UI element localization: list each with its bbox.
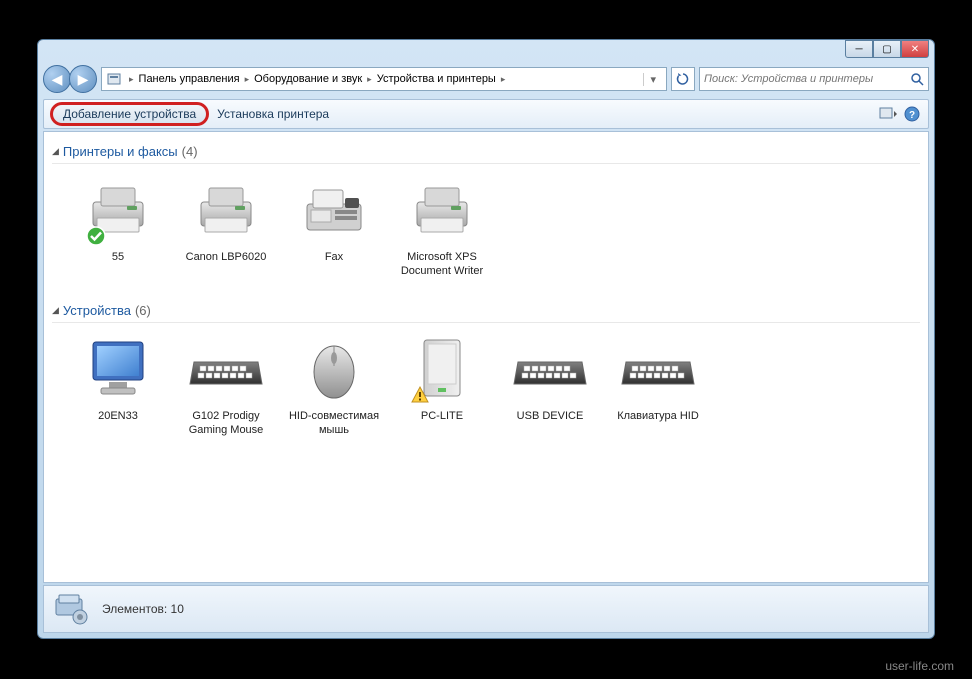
maximize-button[interactable]: ▢ xyxy=(873,40,901,58)
watermark: user-life.com xyxy=(885,659,954,673)
view-options-button[interactable] xyxy=(878,105,898,123)
device-label: 20EN33 xyxy=(72,409,164,423)
device-icon xyxy=(294,333,374,405)
chevron-icon: ▸ xyxy=(126,74,137,85)
warning-badge-icon xyxy=(410,385,430,405)
check-badge-icon xyxy=(86,226,106,246)
forward-button[interactable]: ▶ xyxy=(69,65,97,93)
device-label: HID-совместимая мышь xyxy=(288,409,380,438)
search-box xyxy=(699,67,929,91)
status-label: Элементов: 10 xyxy=(102,602,184,616)
back-button[interactable]: ◀ xyxy=(43,65,71,93)
group-header[interactable]: ◢ Устройства (6) xyxy=(52,299,920,323)
chevron-icon: ▸ xyxy=(364,74,375,85)
refresh-button[interactable] xyxy=(671,67,695,91)
device-label: 55 xyxy=(72,250,164,264)
group-count: (4) xyxy=(182,144,198,159)
device-item[interactable]: Microsoft XPS Document Writer xyxy=(392,170,492,283)
items-grid: 20EN33 G102 Prodigy Gaming Mouse HID-совме… xyxy=(52,329,920,442)
group-title: Устройства xyxy=(63,303,131,318)
device-icon xyxy=(402,333,482,405)
device-icon xyxy=(78,333,158,405)
search-icon[interactable] xyxy=(910,72,924,86)
breadcrumb-item[interactable]: Устройства и принтеры xyxy=(375,73,498,85)
device-label: Microsoft XPS Document Writer xyxy=(396,250,488,279)
breadcrumb-item[interactable]: Панель управления xyxy=(137,73,242,85)
device-item[interactable]: Canon LBP6020 xyxy=(176,170,276,283)
breadcrumb-item[interactable]: Оборудование и звук xyxy=(252,73,364,85)
content-area: ◢ Принтеры и факсы (4) 55 Canon LBP6020 Fax Mi… xyxy=(43,131,929,583)
install-printer-button[interactable]: Установка принтера xyxy=(209,103,337,125)
device-label: Fax xyxy=(288,250,380,264)
status-icon xyxy=(52,591,92,627)
collapse-icon: ◢ xyxy=(52,146,59,157)
device-icon xyxy=(78,174,158,246)
window-controls: ─ ▢ ✕ xyxy=(845,40,929,58)
group-title: Принтеры и факсы xyxy=(63,144,178,159)
svg-text:?: ? xyxy=(909,110,915,121)
minimize-button[interactable]: ─ xyxy=(845,40,873,58)
explorer-window: ─ ▢ ✕ ◀ ▶ ▸ Панель управления ▸ Оборудов… xyxy=(37,39,935,639)
device-icon xyxy=(510,333,590,405)
address-dropdown[interactable]: ▾ xyxy=(643,73,662,86)
nav-buttons: ◀ ▶ xyxy=(43,65,97,93)
collapse-icon: ◢ xyxy=(52,305,59,316)
chevron-icon: ▸ xyxy=(242,74,253,85)
device-icon xyxy=(186,333,266,405)
add-device-button[interactable]: Добавление устройства xyxy=(50,102,209,126)
device-icon xyxy=(294,174,374,246)
device-label: PC-LITE xyxy=(396,409,488,423)
device-label: Canon LBP6020 xyxy=(180,250,272,264)
device-item[interactable]: HID-совместимая мышь xyxy=(284,329,384,442)
group-header[interactable]: ◢ Принтеры и факсы (4) xyxy=(52,140,920,164)
toolbar: Добавление устройства Установка принтера… xyxy=(43,99,929,129)
close-button[interactable]: ✕ xyxy=(901,40,929,58)
nav-row: ◀ ▶ ▸ Панель управления ▸ Оборудование и… xyxy=(43,63,929,95)
help-button[interactable]: ? xyxy=(902,105,922,123)
device-item[interactable]: 20EN33 xyxy=(68,329,168,442)
address-bar[interactable]: ▸ Панель управления ▸ Оборудование и зву… xyxy=(101,67,667,91)
location-icon xyxy=(106,71,122,87)
device-item[interactable]: Клавиатура HID xyxy=(608,329,708,442)
device-icon xyxy=(186,174,266,246)
chevron-icon: ▸ xyxy=(498,74,509,85)
device-item[interactable]: PC-LITE xyxy=(392,329,492,442)
device-label: G102 Prodigy Gaming Mouse xyxy=(180,409,272,438)
device-item[interactable]: USB DEVICE xyxy=(500,329,600,442)
device-item[interactable]: 55 xyxy=(68,170,168,283)
device-icon xyxy=(402,174,482,246)
group-count: (6) xyxy=(135,303,151,318)
device-icon xyxy=(618,333,698,405)
device-item[interactable]: Fax xyxy=(284,170,384,283)
search-input[interactable] xyxy=(704,73,910,85)
items-grid: 55 Canon LBP6020 Fax Microsoft XPS Document… xyxy=(52,170,920,283)
device-label: USB DEVICE xyxy=(504,409,596,423)
device-item[interactable]: G102 Prodigy Gaming Mouse xyxy=(176,329,276,442)
device-label: Клавиатура HID xyxy=(612,409,704,423)
status-bar: Элементов: 10 xyxy=(43,585,929,633)
